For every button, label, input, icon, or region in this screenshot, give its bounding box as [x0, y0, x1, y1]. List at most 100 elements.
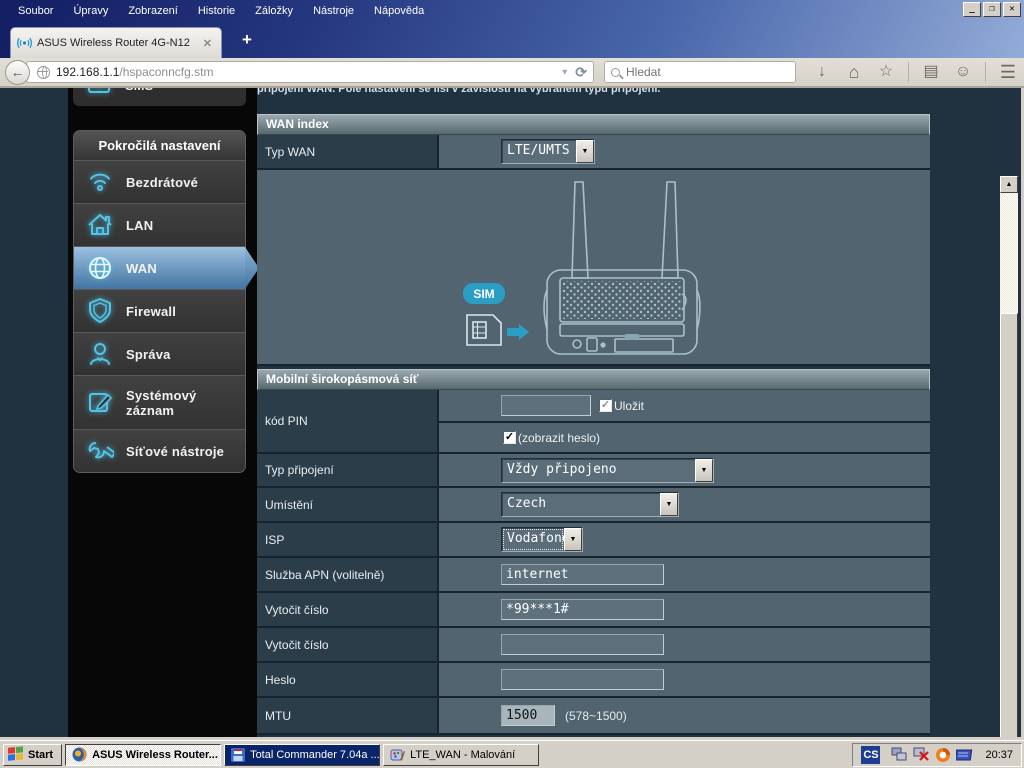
taskbar: Start ASUS Wireless Router... Total Comm…	[0, 740, 1024, 768]
tab-asus-router[interactable]: ASUS Wireless Router 4G-N12 ✕	[10, 27, 222, 58]
bookmark-star-icon[interactable]: ☆	[872, 59, 900, 85]
log-icon	[74, 389, 126, 417]
back-button[interactable]: ←	[5, 59, 30, 85]
scroll-up-icon[interactable]: ▲	[1000, 176, 1018, 193]
field-label: MTU	[257, 698, 439, 733]
form-row-pin: kód PIN ✓ Uložit ✓ (zobrazit heslo)	[257, 390, 930, 454]
menu-historie[interactable]: Historie	[188, 2, 245, 20]
url-dropdown-icon[interactable]: ▾	[562, 67, 567, 78]
field-label: Umístění	[257, 488, 439, 521]
sidebar-item-bezdratove[interactable]: Bezdrátové	[74, 160, 245, 203]
save-pin-checkbox[interactable]: ✓	[599, 399, 612, 412]
search-input[interactable]	[626, 65, 756, 79]
pin-input[interactable]	[501, 395, 591, 416]
hamburger-menu-icon[interactable]: ☰	[994, 59, 1022, 85]
menu-bar: Soubor Úpravy Zobrazení Historie Záložky…	[0, 0, 1024, 22]
section-header-mobile-broadband: Mobilní širokopásmová síť	[257, 369, 930, 390]
sidebar-item-sms[interactable]: SMS	[73, 88, 246, 106]
dial-number-input[interactable]	[501, 599, 664, 620]
chevron-down-icon: ▼	[576, 140, 594, 163]
form-row-dial-number-1: Vytočit číslo	[257, 593, 930, 628]
wifi-icon	[74, 169, 126, 195]
sidebar-item-sprava[interactable]: Správa	[74, 332, 245, 375]
sidebar-item-lan[interactable]: LAN	[74, 203, 245, 246]
sidebar-group-title: Pokročilá nastavení	[74, 131, 245, 160]
network-disconnected-icon[interactable]	[913, 747, 930, 762]
url-path: /hspaconncfg.stm	[119, 65, 214, 79]
bookmarks-panel-icon[interactable]: ▤	[917, 59, 945, 85]
taskbar-item-total-commander[interactable]: Total Commander 7.04a ...	[224, 743, 381, 766]
chevron-down-icon: ▼	[695, 458, 713, 482]
chevron-down-icon: ▼	[564, 528, 582, 551]
home-icon[interactable]: ⌂	[840, 59, 868, 85]
total-commander-icon	[231, 747, 246, 762]
toolbar-separator	[985, 62, 986, 82]
sidebar-item-systemovy-zaznam[interactable]: Systémový záznam	[74, 375, 245, 429]
tab-close-icon[interactable]: ✕	[200, 37, 215, 50]
form-row-typ-wan: Typ WAN LTE/UMTS ▼	[257, 135, 930, 170]
menu-napoveda[interactable]: Nápověda	[364, 2, 434, 20]
restore-button[interactable]: ❐	[983, 2, 1001, 17]
field-label: Vytočit číslo	[257, 628, 439, 661]
select-value: Vodafone	[502, 528, 564, 551]
page-content: SMS Pokročilá nastavení Bezdrátové LAN	[0, 88, 1021, 737]
scrollbar-thumb[interactable]	[1000, 313, 1018, 737]
password-input[interactable]	[501, 669, 664, 690]
menu-zalozky[interactable]: Záložky	[245, 2, 303, 20]
field-label: Služba APN (volitelně)	[257, 558, 439, 591]
sidebar-item-firewall[interactable]: Firewall	[74, 289, 245, 332]
search-icon	[611, 67, 620, 77]
taskbar-item-label: Total Commander 7.04a ...	[250, 748, 380, 761]
start-button[interactable]: Start	[3, 743, 63, 766]
mtu-input[interactable]	[501, 705, 555, 726]
select-value: Vždy připojeno	[507, 461, 617, 477]
taskbar-item-firefox[interactable]: ASUS Wireless Router...	[65, 743, 222, 766]
show-password-checkbox[interactable]: ✓	[503, 431, 516, 444]
downloads-icon[interactable]: ↓	[808, 59, 836, 85]
system-tray: CS 20:37	[852, 742, 1022, 767]
sidebar-item-label: SMS	[125, 88, 153, 93]
form-row-apn: Služba APN (volitelně)	[257, 558, 930, 593]
connection-type-select[interactable]: Vždy připojeno ▼	[501, 457, 714, 483]
minimize-button[interactable]: _	[963, 2, 981, 17]
router-illustration-row: SIM	[257, 170, 930, 366]
url-bar[interactable]: 192.168.1.1 /hspaconncfg.stm ▾ ⟳	[26, 61, 594, 83]
taskbar-item-label: ASUS Wireless Router...	[92, 748, 218, 761]
menu-zobrazeni[interactable]: Zobrazení	[118, 2, 188, 20]
location-select[interactable]: Czech ▼	[501, 492, 679, 517]
isp-select[interactable]: Vodafone ▼	[501, 527, 583, 552]
search-box[interactable]	[604, 61, 796, 83]
sidebar-item-sitove-nastroje[interactable]: Síťové nástroje	[74, 429, 245, 472]
intro-text-partial: připojení WAN. Pole nastavení se liší v …	[257, 88, 661, 95]
wan-type-select[interactable]: LTE/UMTS ▼	[501, 139, 595, 164]
sidebar-item-wan[interactable]: WAN	[74, 246, 259, 289]
menu-nastroje[interactable]: Nástroje	[303, 2, 364, 20]
close-button[interactable]: ✕	[1003, 2, 1021, 17]
toolbar-icons: ↓ ⌂ ☆ ▤ ☺ ☰	[808, 59, 1022, 85]
sidebar-item-label: Systémový záznam	[126, 387, 197, 418]
tab-bar: ASUS Wireless Router 4G-N12 ✕ +	[0, 22, 1024, 58]
select-value: Czech	[507, 496, 547, 511]
taskbar-item-label: LTE_WAN - Malování	[410, 748, 516, 761]
shield-icon	[74, 297, 126, 325]
menu-upravy[interactable]: Úpravy	[63, 2, 118, 20]
dial-number-2-input[interactable]	[501, 634, 664, 655]
apn-input[interactable]	[501, 564, 664, 585]
windows-logo-icon	[8, 746, 24, 762]
new-tab-button[interactable]: +	[232, 30, 262, 50]
network-icon[interactable]	[891, 747, 908, 762]
tray-clock[interactable]: 20:37	[985, 749, 1013, 761]
menu-soubor[interactable]: Soubor	[8, 2, 63, 20]
orange-app-icon[interactable]	[935, 747, 951, 763]
navigation-toolbar: ← 192.168.1.1 /hspaconncfg.stm ▾ ⟳ ↓ ⌂ ☆…	[0, 58, 1024, 88]
pocket-icon[interactable]: ☺	[949, 59, 977, 85]
router-illustration: SIM	[462, 181, 701, 355]
form-row-dial-number-2: Vytočit číslo	[257, 628, 930, 663]
reload-icon[interactable]: ⟳	[575, 64, 587, 81]
globe-icon	[37, 65, 50, 79]
taskbar-item-paint[interactable]: LTE_WAN - Malování	[383, 743, 540, 766]
select-value: LTE/UMTS	[507, 143, 570, 158]
language-indicator[interactable]: CS	[861, 745, 881, 764]
vertical-scrollbar[interactable]: ▲ ▼	[1000, 176, 1018, 737]
keyboard-tray-icon[interactable]	[956, 748, 974, 762]
